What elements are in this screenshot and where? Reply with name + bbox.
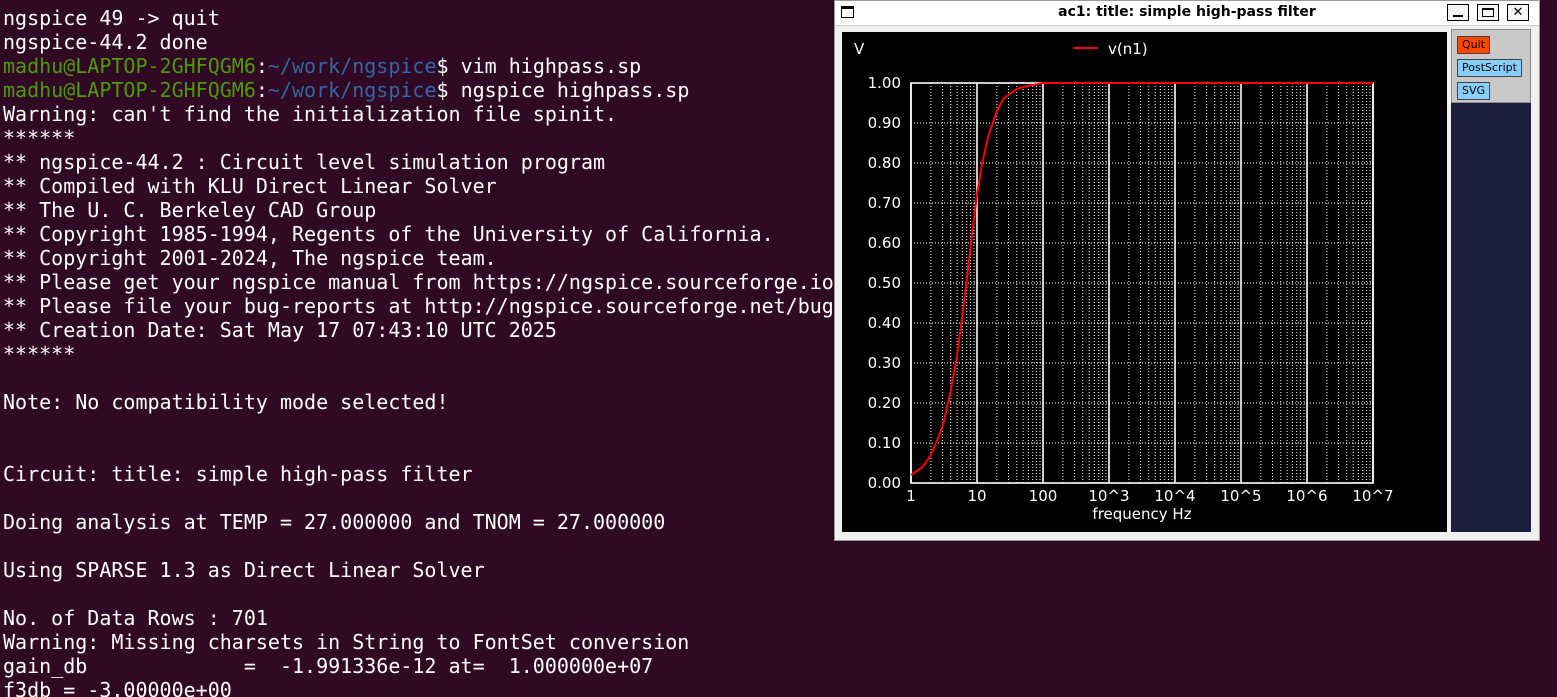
prompt-colon: : [255, 54, 268, 78]
y-tick-label: 0.70 [868, 194, 901, 212]
y-tick-label: 0.20 [868, 394, 901, 412]
x-tick-label: 10^3 [1088, 487, 1129, 505]
maximize-icon [1482, 8, 1494, 17]
window-title: ac1: title: simple high-pass filter [1058, 4, 1316, 20]
close-button[interactable]: ✕ [1507, 4, 1529, 21]
prompt-user: madhu@LAPTOP-2GHFQGM6 [3, 54, 256, 78]
close-icon: ✕ [1512, 5, 1524, 20]
y-tick-label: 0.10 [868, 434, 901, 452]
maximize-button[interactable] [1477, 4, 1499, 21]
plot-window[interactable]: ac1: title: simple high-pass filter ✕ 0.… [834, 0, 1540, 541]
x-tick-label: 10^4 [1154, 487, 1195, 505]
side-panel-background [1451, 103, 1531, 532]
y-tick-label: 0.60 [868, 234, 901, 252]
svg-button[interactable]: SVG [1457, 82, 1491, 100]
y-tick-label: 0.90 [868, 114, 901, 132]
frequency-response-chart: 0.00 0.10 0.20 0.30 0.40 0.50 0.60 0.70 0.80 0.90… [854, 40, 1394, 523]
prompt-user: madhu@LAPTOP-2GHFQGM6 [3, 78, 256, 102]
terminal-line: Warning: Missing charsets in String to F… [3, 630, 690, 654]
x-tick-label: 100 [1029, 487, 1058, 505]
x-axis-label: frequency Hz [1092, 505, 1191, 523]
x-tick-label: 10^7 [1352, 487, 1393, 505]
prompt-command: $ ngspice highpass.sp [436, 78, 690, 102]
x-tick-label: 1 [906, 487, 916, 505]
y-axis-label: V [854, 40, 865, 58]
plot-button-panel: Quit PostScript SVG [1451, 29, 1531, 103]
plot-area[interactable]: 0.00 0.10 0.20 0.30 0.40 0.50 0.60 0.70 0.80 0.90… [842, 32, 1447, 532]
y-tick-label: 0.50 [868, 274, 901, 292]
window-titlebar[interactable]: ac1: title: simple high-pass filter ✕ [835, 1, 1539, 26]
x-tick-label: 10 [967, 487, 986, 505]
y-tick-label: 0.30 [868, 354, 901, 372]
quit-button[interactable]: Quit [1457, 36, 1490, 54]
y-tick-label: 1.00 [868, 74, 901, 92]
y-tick-label: 0.40 [868, 314, 901, 332]
x-tick-label: 10^6 [1286, 487, 1327, 505]
prompt-command: $ vim highpass.sp [436, 54, 642, 78]
y-tick-label: 0.00 [868, 474, 901, 492]
terminal-line: f3db = -3.00000e+00 [3, 678, 232, 697]
x-tick-label: 10^5 [1220, 487, 1261, 505]
legend-label: v(n1) [1108, 40, 1148, 58]
minimize-icon [1453, 15, 1463, 17]
prompt-path: ~/work/ngspice [267, 54, 437, 78]
prompt-colon: : [255, 78, 268, 102]
minimize-button[interactable] [1447, 4, 1469, 21]
prompt-path: ~/work/ngspice [267, 78, 437, 102]
postscript-button[interactable]: PostScript [1457, 59, 1522, 77]
terminal-line: gain_db = -1.991336e-12 at= 1.000000e+07 [3, 654, 654, 678]
y-tick-label: 0.80 [868, 154, 901, 172]
terminal-line: No. of Data Rows : 701 [3, 606, 268, 630]
terminal-line: Using SPARSE 1.3 as Direct Linear Solver [3, 558, 485, 582]
